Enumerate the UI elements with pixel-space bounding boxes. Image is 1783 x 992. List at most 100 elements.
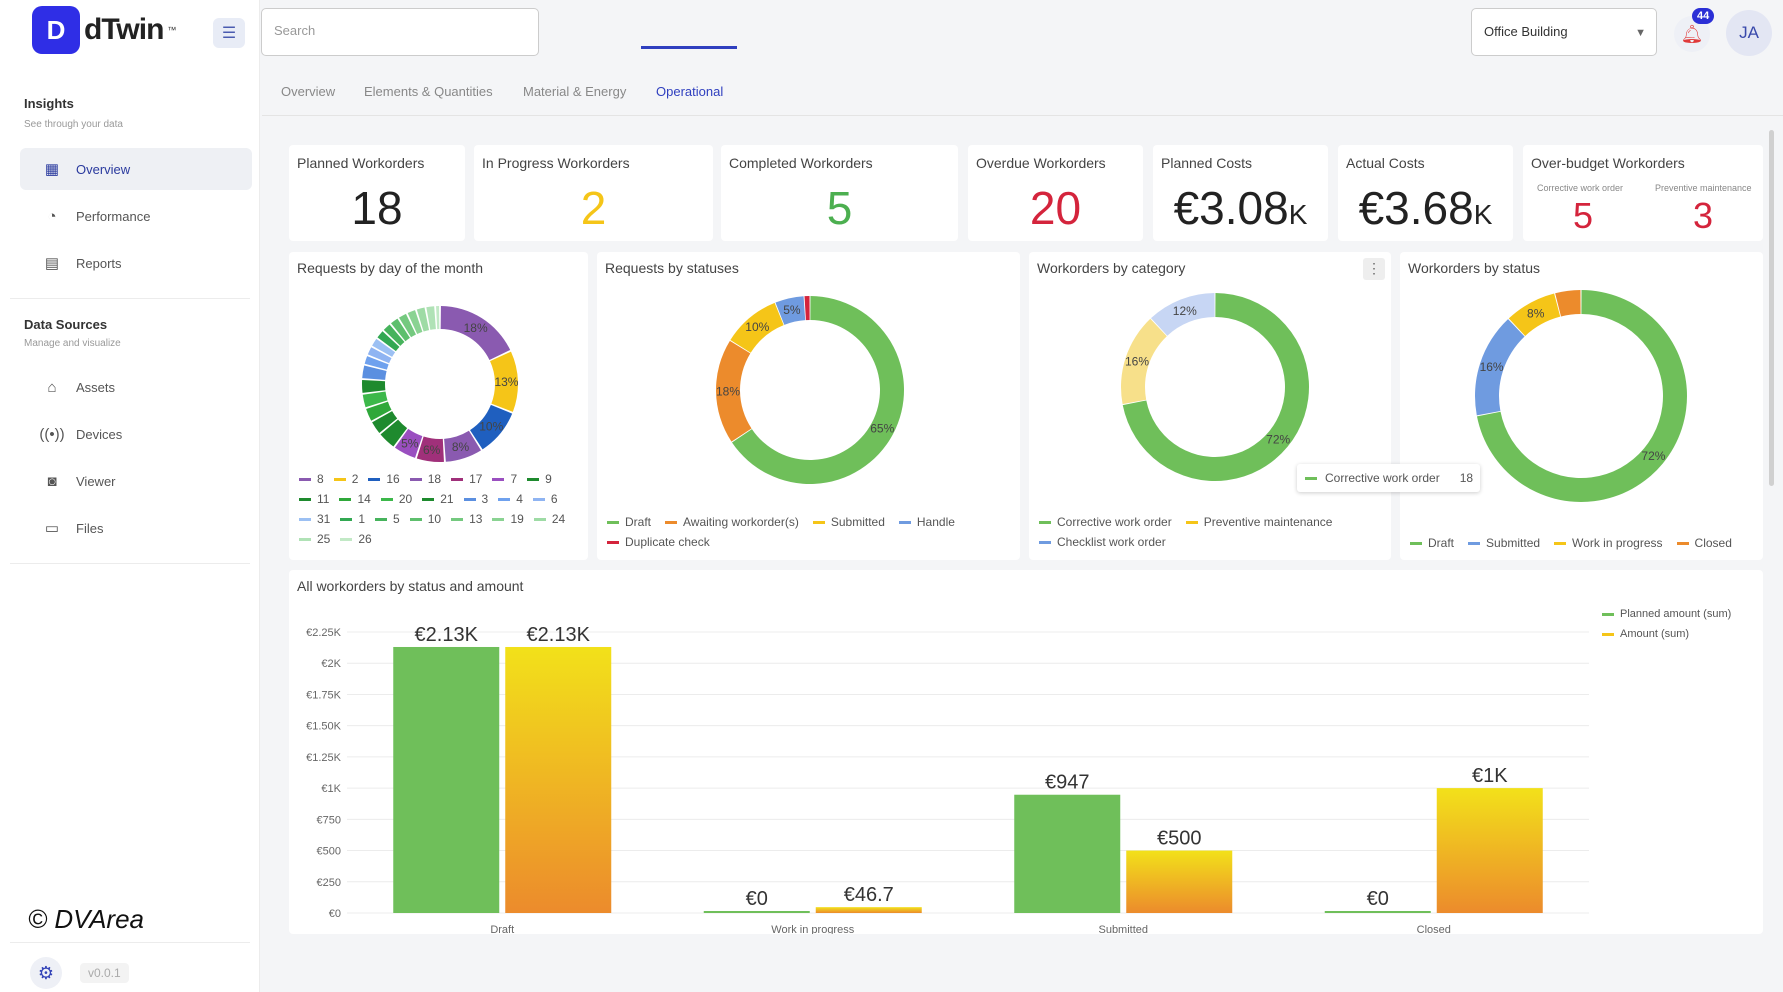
- legend-item[interactable]: 8: [299, 472, 324, 486]
- avatar[interactable]: JA: [1726, 10, 1772, 56]
- legend-item[interactable]: 24: [533, 512, 565, 526]
- legend-item[interactable]: 25: [299, 532, 330, 546]
- settings-button[interactable]: ⚙: [30, 957, 62, 989]
- bar[interactable]: [1126, 850, 1233, 913]
- legend-item[interactable]: 21: [422, 492, 454, 506]
- legend-item[interactable]: 26: [340, 532, 372, 546]
- legend-item[interactable]: Submitted: [1468, 536, 1540, 550]
- legend-item[interactable]: 2: [333, 472, 358, 486]
- sidebar-item-label: Devices: [76, 426, 123, 442]
- tab-elements-quantities[interactable]: Elements & Quantities: [364, 84, 493, 99]
- sidebar-item-performance[interactable]: ◔ Performance: [20, 195, 252, 237]
- legend-swatch: [1676, 541, 1689, 545]
- page-scrollbar[interactable]: [1769, 130, 1774, 486]
- legend-label: 3: [481, 492, 489, 506]
- legend-item[interactable]: Amount (sum): [1602, 628, 1731, 640]
- legend-item[interactable]: Preventive maintenance: [1185, 515, 1332, 529]
- legend-swatch: [607, 520, 619, 524]
- donut-slice-label: 5%: [783, 303, 801, 317]
- sidebar-item-files[interactable]: ▭ Files: [20, 507, 252, 549]
- y-tick-label: €1.75K: [306, 689, 342, 701]
- logo[interactable]: D dTwin ™: [32, 6, 176, 54]
- legend-item[interactable]: Closed: [1676, 536, 1732, 550]
- legend-item[interactable]: 11: [299, 492, 329, 506]
- kpi-sub-value: 3: [1693, 195, 1714, 236]
- building-select[interactable]: Office Building ▼: [1471, 8, 1657, 56]
- sidebar-divider: [10, 298, 250, 299]
- donut-requests-by-day: 18% 13% 10% 8% 6% 5%: [362, 306, 519, 462]
- donut-slice-label: 12%: [1173, 304, 1197, 318]
- tooltip-value: 18: [1459, 471, 1474, 485]
- bar[interactable]: [505, 646, 612, 913]
- legend-item[interactable]: 16: [368, 472, 400, 486]
- sidebar-divider: [10, 942, 250, 943]
- legend-item[interactable]: 5: [375, 512, 400, 526]
- sidebar-item-reports[interactable]: ▤ Reports: [20, 242, 252, 284]
- menu-toggle-button[interactable]: ☰: [213, 18, 245, 48]
- legend-item[interactable]: Awaiting workorder(s): [665, 515, 799, 529]
- legend-item[interactable]: Handle: [898, 515, 955, 529]
- legend-swatch: [422, 497, 435, 501]
- legend-item[interactable]: 10: [409, 512, 441, 526]
- legend-label: 19: [510, 512, 524, 526]
- legend-item[interactable]: 19: [492, 512, 524, 526]
- legend-item[interactable]: Draft: [1410, 536, 1454, 550]
- legend-swatch: [299, 497, 311, 501]
- sidebar-item-devices[interactable]: ((•)) Devices: [20, 413, 252, 455]
- legend-item[interactable]: Corrective work order: [1039, 515, 1172, 529]
- bar[interactable]: [703, 911, 810, 913]
- bar[interactable]: [815, 907, 922, 913]
- tab-operational[interactable]: Operational: [656, 84, 723, 99]
- legend-label: 14: [357, 492, 371, 506]
- legend-item[interactable]: 17: [451, 472, 482, 486]
- sidebar-item-overview[interactable]: ▦ Overview: [20, 148, 252, 190]
- legend-item[interactable]: 31: [299, 512, 330, 526]
- legend-item[interactable]: Checklist work order: [1039, 535, 1166, 549]
- donut-slice-label: 72%: [1641, 449, 1665, 463]
- legend-item[interactable]: 4: [498, 492, 523, 506]
- donut-slice[interactable]: [362, 380, 386, 393]
- sidebar-item-assets[interactable]: ⌂ Assets: [20, 366, 252, 408]
- logo-trademark: ™: [167, 25, 177, 35]
- legend-swatch: [463, 497, 476, 501]
- bar[interactable]: [1324, 911, 1431, 913]
- tab-overview[interactable]: Overview: [281, 84, 335, 99]
- sidebar-item-viewer[interactable]: ◙ Viewer: [20, 460, 252, 502]
- legend-item[interactable]: Duplicate check: [607, 535, 710, 549]
- bar-value-label: €947: [1045, 772, 1090, 794]
- bar[interactable]: [1014, 794, 1121, 913]
- tooltip-swatch: [1305, 476, 1317, 480]
- search-input[interactable]: Search: [261, 8, 539, 56]
- legend-item[interactable]: 7: [492, 472, 517, 486]
- donut-slice[interactable]: [436, 306, 440, 330]
- legend-item[interactable]: Submitted: [812, 515, 885, 529]
- chart-legend: Draft Awaiting workorder(s) Submitted Handl…: [607, 515, 1007, 549]
- legend-item[interactable]: 20: [380, 492, 412, 506]
- tab-material-energy[interactable]: Material & Energy: [523, 84, 626, 99]
- legend-swatch: [380, 497, 393, 501]
- kpi-title: Actual Costs: [1346, 155, 1425, 171]
- legend-item[interactable]: Work in progress: [1554, 536, 1663, 550]
- legend-item[interactable]: 14: [339, 492, 371, 506]
- legend-item[interactable]: 6: [532, 492, 558, 506]
- kpi-in-progress-workorders: In Progress Workorders 2: [474, 145, 713, 241]
- legend-item[interactable]: 1: [340, 512, 365, 526]
- donut-slice-label: 16%: [1480, 360, 1504, 374]
- bar[interactable]: [393, 646, 500, 913]
- legend-swatch: [339, 497, 352, 501]
- donut-slice-label: 8%: [452, 440, 470, 454]
- donut-slice[interactable]: [804, 296, 810, 321]
- bar[interactable]: [1436, 788, 1543, 913]
- legend-item[interactable]: 18: [409, 472, 441, 486]
- legend-item[interactable]: 3: [463, 492, 489, 506]
- legend-swatch: [607, 540, 619, 544]
- kpi-title: Overdue Workorders: [976, 155, 1106, 171]
- legend-item[interactable]: 13: [451, 512, 482, 526]
- donut-slice-label: 65%: [870, 422, 894, 436]
- legend-label: 7: [510, 472, 518, 486]
- legend-item[interactable]: Draft: [607, 515, 651, 529]
- legend-label: 25: [317, 532, 331, 546]
- legend-item[interactable]: 9: [527, 472, 552, 486]
- legend-item[interactable]: Planned amount (sum): [1602, 608, 1731, 620]
- kpi-sub-label: Preventive maintenance: [1655, 183, 1752, 193]
